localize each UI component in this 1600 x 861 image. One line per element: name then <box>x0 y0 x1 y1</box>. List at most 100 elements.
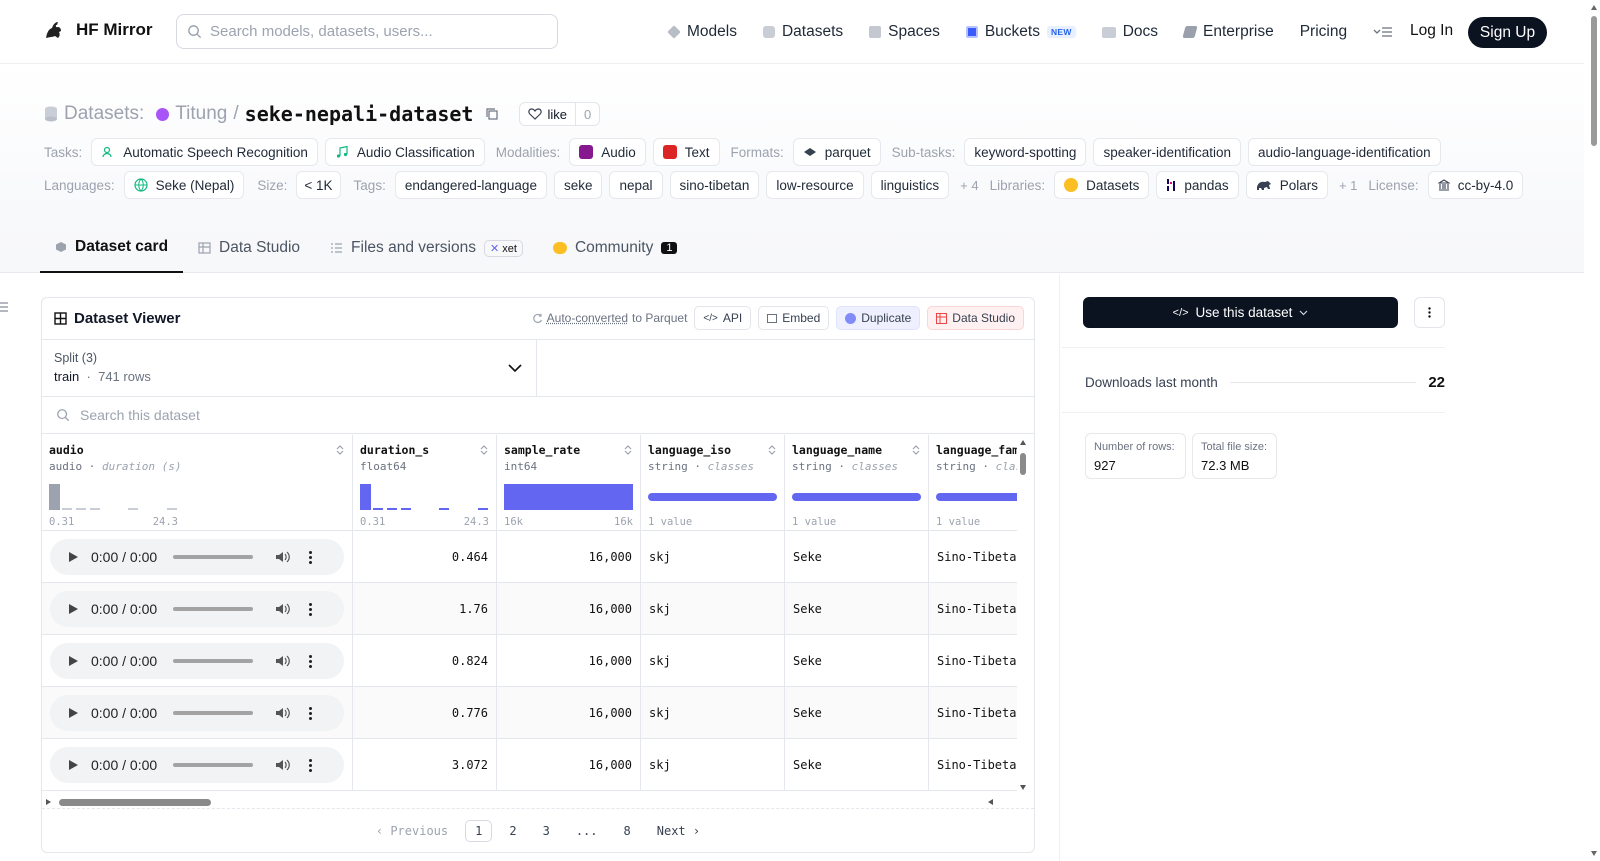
page-1-button[interactable]: 1 <box>465 819 493 842</box>
play-icon[interactable] <box>68 551 79 563</box>
copy-icon[interactable] <box>485 107 499 121</box>
tag-license[interactable]: cc-by-4.0 <box>1427 171 1524 199</box>
tag-endangered-language[interactable]: endangered-language <box>394 171 547 199</box>
sort-icon[interactable] <box>336 444 344 456</box>
volume-icon[interactable] <box>275 654 291 668</box>
column-header-audio[interactable]: audio audio · duration (s) 0.31 24.3 <box>42 435 353 531</box>
tag-keyword-spotting[interactable]: keyword-spotting <box>964 138 1087 166</box>
global-search-input[interactable]: Search models, datasets, users... <box>176 14 558 49</box>
more-options-icon[interactable] <box>309 654 313 668</box>
side-panel-toggle-icon[interactable] <box>0 300 9 314</box>
more-options-icon[interactable] <box>309 550 313 564</box>
nav-docs[interactable]: Docs <box>1101 23 1158 41</box>
api-button[interactable]: </> API <box>694 306 752 330</box>
previous-page-button[interactable]: ‹ Previous <box>367 821 457 841</box>
table-row[interactable]: 0:00 / 0:00 0.464 16,000 skj Seke Sino-T… <box>42 531 1017 583</box>
column-histogram[interactable] <box>792 484 921 510</box>
sort-icon[interactable] <box>480 444 488 456</box>
tag-library-pandas[interactable]: pandas <box>1156 171 1239 199</box>
tag-seke[interactable]: seke <box>553 171 603 199</box>
duplicate-button[interactable]: Duplicate <box>836 306 921 330</box>
data-studio-button[interactable]: Data Studio <box>927 306 1024 330</box>
more-actions-button[interactable] <box>1414 297 1445 328</box>
tab-data-studio[interactable]: Data Studio <box>183 223 315 273</box>
nav-pricing[interactable]: Pricing <box>1300 23 1347 41</box>
play-icon[interactable] <box>68 707 79 719</box>
more-options-icon[interactable] <box>309 706 313 720</box>
audio-progress-slider[interactable] <box>173 659 254 663</box>
audio-progress-slider[interactable] <box>173 763 254 767</box>
table-row[interactable]: 0:00 / 0:00 1.76 16,000 skj Seke Sino-Ti… <box>42 583 1017 635</box>
tab-files-and-versions[interactable]: Files and versions ✕ xet <box>315 223 538 273</box>
tag-size[interactable]: < 1K <box>296 171 341 199</box>
page-scrollbar[interactable] <box>1588 0 1600 861</box>
more-options-icon[interactable] <box>309 602 313 616</box>
page-2-button[interactable]: 2 <box>500 821 525 841</box>
more-options-icon[interactable] <box>309 758 313 772</box>
embed-button[interactable]: Embed <box>758 306 830 330</box>
tag-audio-language-identification[interactable]: audio-language-identification <box>1248 138 1441 166</box>
like-button[interactable]: like 0 <box>519 102 601 126</box>
tab-community[interactable]: Community 1 <box>538 223 693 273</box>
next-page-button[interactable]: Next › <box>648 821 709 841</box>
auto-converted-note[interactable]: Auto-converted to Parquet <box>532 311 687 325</box>
audio-progress-slider[interactable] <box>173 711 254 715</box>
audio-player[interactable]: 0:00 / 0:00 <box>50 643 344 679</box>
audio-progress-slider[interactable] <box>173 555 254 559</box>
signup-button[interactable]: Sign Up <box>1468 17 1547 48</box>
column-header-language-name[interactable]: language_name string · classes 1 value <box>785 435 929 531</box>
tag-library-polars[interactable]: Polars <box>1245 171 1328 199</box>
tag-speaker-identification[interactable]: speaker-identification <box>1093 138 1242 166</box>
tag-low-resource[interactable]: low-resource <box>766 171 864 199</box>
logo[interactable]: HF Mirror <box>42 18 153 42</box>
split-selector[interactable]: Split (3) train · 741 rows <box>42 340 537 397</box>
audio-player[interactable]: 0:00 / 0:00 <box>50 747 344 783</box>
tag-language-seke[interactable]: Seke (Nepal) <box>123 171 245 199</box>
play-icon[interactable] <box>68 603 79 615</box>
column-header-duration-s[interactable]: duration_s float64 0.31 24.3 <box>353 435 497 531</box>
sort-icon[interactable] <box>624 444 632 456</box>
owner-avatar[interactable] <box>156 107 170 121</box>
dataset-name[interactable]: seke-nepali-dataset <box>245 102 474 126</box>
tag-sino-tibetan[interactable]: sino-tibetan <box>669 171 760 199</box>
nav-models[interactable]: Models <box>667 23 737 41</box>
use-this-dataset-button[interactable]: </> Use this dataset <box>1083 297 1398 328</box>
tag-text[interactable]: Text <box>652 138 720 166</box>
table-row[interactable]: 0:00 / 0:00 0.824 16,000 skj Seke Sino-T… <box>42 635 1017 687</box>
audio-player[interactable]: 0:00 / 0:00 <box>50 695 344 731</box>
volume-icon[interactable] <box>275 706 291 720</box>
tag-parquet[interactable]: parquet <box>792 138 881 166</box>
nav-datasets[interactable]: Datasets <box>762 23 843 41</box>
owner-link[interactable]: Titung <box>175 103 227 125</box>
auto-converted-link[interactable]: Auto-converted <box>547 311 628 325</box>
play-icon[interactable] <box>68 759 79 771</box>
column-header-language-iso[interactable]: language_iso string · classes 1 value <box>641 435 785 531</box>
tag-audio[interactable]: Audio <box>569 138 646 166</box>
column-histogram[interactable] <box>504 484 633 510</box>
table-row[interactable]: 0:00 / 0:00 3.072 16,000 skj Seke Sino-T… <box>42 739 1017 791</box>
audio-progress-slider[interactable] <box>173 607 254 611</box>
table-row[interactable]: 0:00 / 0:00 0.776 16,000 skj Seke Sino-T… <box>42 687 1017 739</box>
horizontal-scrollbar[interactable] <box>42 795 1017 809</box>
audio-player[interactable]: 0:00 / 0:00 <box>50 591 344 627</box>
tag-audio-classification[interactable]: Audio Classification <box>324 138 485 166</box>
tag-library-datasets[interactable]: Datasets <box>1054 171 1150 199</box>
column-histogram[interactable] <box>49 484 345 510</box>
page-8-button[interactable]: 8 <box>615 821 640 841</box>
play-icon[interactable] <box>68 655 79 667</box>
volume-icon[interactable] <box>275 758 291 772</box>
column-histogram[interactable] <box>936 484 1017 510</box>
volume-icon[interactable] <box>275 602 291 616</box>
tag-nepal[interactable]: nepal <box>609 171 663 199</box>
libraries-more-link[interactable]: + 1 <box>1339 178 1357 193</box>
tags-more-link[interactable]: + 4 <box>960 178 978 193</box>
volume-icon[interactable] <box>275 550 291 564</box>
login-link[interactable]: Log In <box>1410 22 1453 40</box>
nav-spaces[interactable]: Spaces <box>869 23 940 41</box>
tag-linguistics[interactable]: linguistics <box>870 171 950 199</box>
column-histogram[interactable] <box>360 484 489 510</box>
sort-icon[interactable] <box>912 444 920 456</box>
page-3-button[interactable]: 3 <box>534 821 559 841</box>
sort-icon[interactable] <box>768 444 776 456</box>
column-histogram[interactable] <box>648 484 777 510</box>
